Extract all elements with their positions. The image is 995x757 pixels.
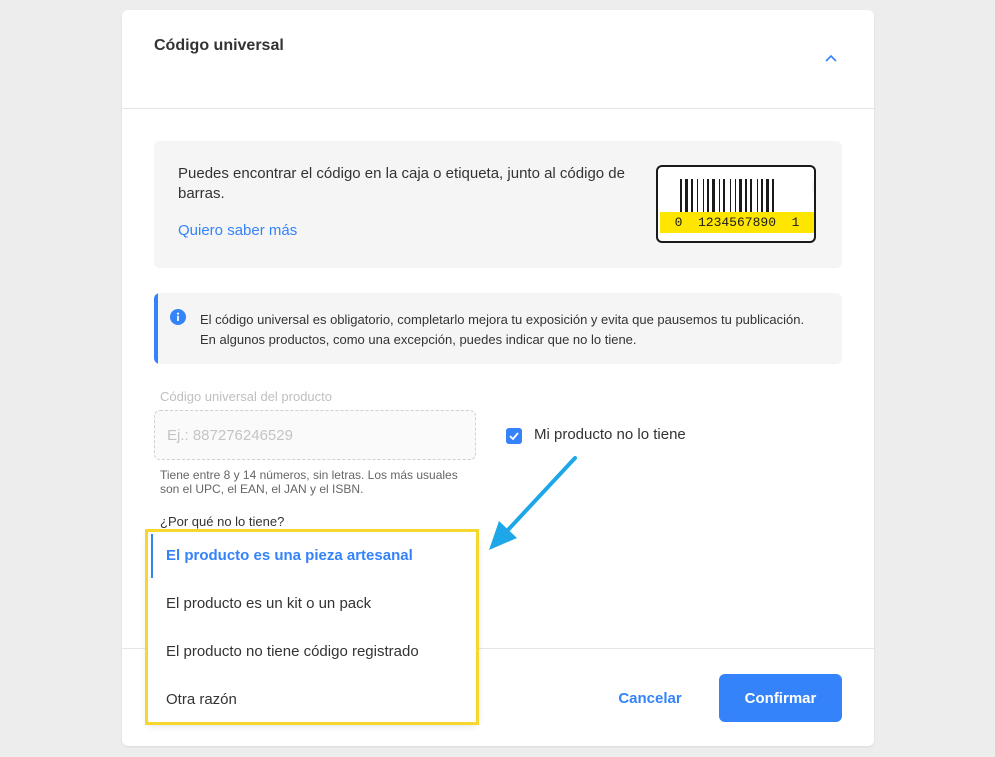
notice-accent-bar [154,293,158,364]
checkmark-icon [509,432,519,441]
barcode-bar [719,179,720,213]
barcode-bar [761,179,763,213]
barcode-info-box: Puedes encontrar el código en la caja o … [154,141,842,268]
barcode-bar [685,179,688,213]
learn-more-link[interactable]: Quiero saber más [178,222,297,239]
no-code-checkbox-label[interactable]: Mi producto no lo tiene [534,426,686,443]
confirm-button[interactable]: Confirmar [719,674,842,722]
reason-dropdown-menu: El producto es una pieza artesanal El pr… [148,532,477,723]
barcode-bar [680,179,682,213]
barcode-bar [723,179,725,213]
barcode-bar [772,179,774,213]
barcode-number: 0 1234567890 1 [660,212,814,233]
universal-code-label: Código universal del producto [160,389,332,404]
mandatory-notice: El código universal es obligatorio, comp… [154,293,842,364]
barcode-bar [766,179,769,213]
barcode-bar [745,179,747,213]
barcode-bar [739,179,742,213]
barcode-bars [680,179,774,213]
barcode-info-text: Puedes encontrar el código en la caja o … [178,165,625,202]
no-code-checkbox[interactable] [506,428,522,444]
barcode-bar [730,179,731,213]
reason-label: ¿Por qué no lo tiene? [160,514,285,529]
universal-code-input[interactable] [154,410,476,460]
barcode-icon: 0 1234567890 1 [656,165,816,243]
reason-option-artisanal[interactable]: El producto es una pieza artesanal [148,532,477,580]
reason-option-unregistered[interactable]: El producto no tiene código registrado [148,628,477,676]
cancel-button[interactable]: Cancelar [602,674,698,722]
chevron-up-icon[interactable] [822,50,840,68]
barcode-notch [812,181,814,193]
barcode-bar [757,179,758,213]
info-icon [170,309,186,325]
universal-code-help: Tiene entre 8 y 14 números, sin letras. … [160,468,458,496]
barcode-bar [750,179,752,213]
barcode-bar [703,179,704,213]
card-header[interactable]: Código universal [122,10,874,109]
barcode-bar [735,179,736,213]
reason-option-other[interactable]: Otra razón [148,676,477,724]
reason-option-kit[interactable]: El producto es un kit o un pack [148,580,477,628]
barcode-bar [697,179,698,213]
section-title: Código universal [154,37,284,54]
barcode-bar [707,179,709,213]
barcode-bar [712,179,715,213]
barcode-bar [691,179,693,213]
notice-text: El código universal es obligatorio, comp… [200,312,805,347]
